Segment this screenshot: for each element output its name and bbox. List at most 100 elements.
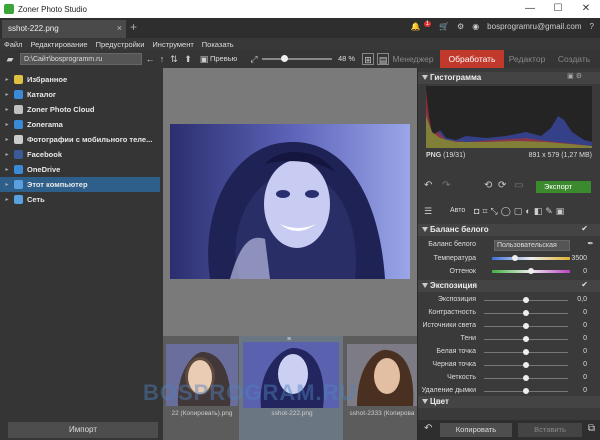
expand-arrow-icon[interactable]: ▸ [0,106,14,113]
expand-arrow-icon[interactable]: ▸ [0,181,14,188]
tab-sshot[interactable]: sshot-222.png × [2,20,126,38]
up-icon[interactable]: ↑ [156,53,168,65]
slider-knob[interactable] [523,388,529,394]
exposure-slider-row[interactable]: Черная точка 0 [418,359,600,372]
settings-icon[interactable]: ⚙ [457,22,464,31]
nav-item-icon [14,105,23,114]
maximize-button[interactable]: ☐ [544,0,572,18]
tint-knob[interactable] [528,268,534,274]
auto-button[interactable]: Авто [450,207,465,214]
white-balance-header[interactable]: Баланс белого [418,224,600,236]
open-external-icon[interactable]: ⤢ [248,53,260,65]
tag-icon[interactable]: ▭ [514,180,523,191]
exposure-slider-row[interactable]: Экспозиция 0,0 [418,294,600,307]
tab-close-icon[interactable]: × [117,23,122,33]
undo-icon[interactable]: ↶ [424,180,432,191]
menu-edit[interactable]: Редактирование [30,40,87,49]
nav-item[interactable]: ▸ Избранное [0,72,160,87]
white-balance-check-icon[interactable]: ✔ [581,224,588,233]
slider-value: 0 [583,361,587,368]
color-header[interactable]: Цвет [418,396,600,408]
slider-knob[interactable] [523,349,529,355]
mode-process[interactable]: Обработать [440,50,504,68]
duplicate-icon[interactable]: ⧉ [588,423,595,434]
sort-icon[interactable]: ⇅ [168,53,180,65]
new-tab-button[interactable]: + [130,20,137,34]
slider-knob[interactable] [523,362,529,368]
temperature-slider[interactable] [492,257,570,260]
menu-view[interactable]: Показать [202,40,234,49]
grid-view-icon[interactable]: ⊞ [362,53,374,65]
thumbnail[interactable] [347,344,419,406]
nav-item[interactable]: ▸ Этот компьютер [0,177,160,192]
expand-arrow-icon[interactable]: ▸ [0,76,14,83]
rotate-left-icon[interactable]: ⟲ [484,180,492,191]
help-icon[interactable]: ? [590,22,594,31]
expand-arrow-icon[interactable]: ▸ [0,196,14,203]
rotate-right-icon[interactable]: ⟳ [498,180,506,191]
zoom-slider[interactable] [262,58,332,60]
nav-item[interactable]: ▸ Фотографии с мобильного теле... [0,132,160,147]
expand-arrow-icon[interactable]: ▸ [0,91,14,98]
image-dimensions: 891 x 579 (1,27 MB) [528,152,592,159]
path-field[interactable]: D:\Cайт\bosprogramm.ru [20,53,142,65]
tool-icons[interactable]: ◘⌗⤡◯▢◐◧✎▣ [474,206,567,217]
exposure-slider-row[interactable]: Белая точка 0 [418,346,600,359]
nav-item-label: Zoner Photo Cloud [27,105,95,114]
reset-icon[interactable]: ↶ [424,423,432,434]
exposure-check-icon[interactable]: ✔ [581,280,588,289]
menu-tool[interactable]: Инструмент [152,40,193,49]
import-button[interactable]: Импорт [8,422,158,438]
expand-arrow-icon[interactable]: ▸ [0,151,14,158]
slider-knob[interactable] [523,375,529,381]
preview-toggle-icon[interactable]: ▣ [198,53,210,65]
slider-knob[interactable] [523,336,529,342]
nav-item-icon [14,135,23,144]
menu-presets[interactable]: Предустройки [96,40,145,49]
slider-knob[interactable] [523,310,529,316]
upload-icon[interactable]: ⬆ [182,53,194,65]
nav-item[interactable]: ▸ Сеть [0,192,160,207]
folder-icon[interactable]: ▰ [4,53,16,65]
export-button[interactable]: Экспорт [536,181,591,193]
nav-item[interactable]: ▸ Zoner Photo Cloud [0,102,160,117]
nav-item[interactable]: ▸ OneDrive [0,162,160,177]
develop-panel: Гистограмма ▣ ⚙ PNG (19/31) 891 x 579 (1… [417,68,600,440]
exposure-slider-row[interactable]: Тени 0 [418,333,600,346]
expand-arrow-icon[interactable]: ▸ [0,166,14,173]
eyedropper-icon[interactable]: ✒ [587,239,594,248]
close-window-button[interactable]: ✕ [572,0,600,18]
white-balance-select[interactable]: Пользовательская [494,240,570,251]
histogram-options-icon[interactable]: ▣ ⚙ [567,72,582,80]
notification-icon[interactable]: 🔔 [411,22,421,31]
expand-arrow-icon[interactable]: ▸ [0,136,14,143]
exposure-slider-row[interactable]: Источники света 0 [418,320,600,333]
mode-manager[interactable]: Менеджер [388,50,438,68]
exposure-slider-row[interactable]: Контрастность 0 [418,307,600,320]
minimize-button[interactable]: — [516,0,544,18]
nav-item[interactable]: ▸ Zonerama [0,117,160,132]
adjust-icon[interactable]: ☰ [424,206,432,217]
mode-create[interactable]: Создать [550,50,598,68]
slider-knob[interactable] [523,297,529,303]
exposure-header[interactable]: Экспозиция [418,280,600,292]
zoom-slider-knob[interactable] [281,55,289,62]
nav-item-label: Избранное [27,75,68,84]
redo-icon[interactable]: ↷ [442,180,450,191]
user-icon[interactable]: ◉ [472,22,479,31]
thumbnail-label: sshot-2333 (Копирова [349,410,415,417]
paste-button[interactable]: Вставить [518,423,582,437]
nav-item[interactable]: ▸ Каталог [0,87,160,102]
back-icon[interactable]: ← [144,53,156,65]
nav-item[interactable]: ▸ Facebook [0,147,160,162]
slider-knob[interactable] [523,323,529,329]
copy-button[interactable]: Копировать [440,423,512,437]
nav-item-label: Zonerama [27,120,63,129]
cart-icon[interactable]: 🛒 [439,22,449,31]
expand-arrow-icon[interactable]: ▸ [0,121,14,128]
exposure-slider-row[interactable]: Четкость 0 [418,372,600,385]
mode-editor[interactable]: Редактор [504,50,550,68]
account-email[interactable]: bosprogramru@gmail.com [487,22,581,31]
preview-label[interactable]: Превью [210,54,237,63]
menu-file[interactable]: Файл [4,40,22,49]
